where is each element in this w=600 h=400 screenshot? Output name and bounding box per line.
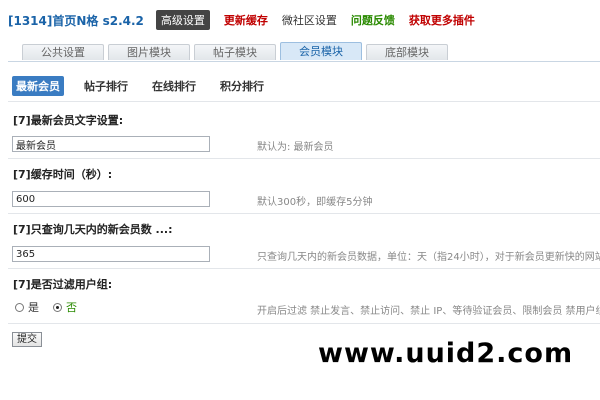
module-tabs: 公共设置 图片模块 帖子模块 会员模块 底部模块 (22, 42, 452, 60)
cache-time-hint: 默认300秒，即缓存5分钟 (257, 197, 373, 208)
radio-no[interactable] (53, 302, 62, 312)
subtab-post-ranking[interactable]: 帖子排行 (80, 76, 132, 96)
update-cache-link[interactable]: 更新缓存 (224, 10, 268, 30)
tab-bottom-module[interactable]: 底部模块 (366, 44, 448, 60)
divider (8, 158, 600, 159)
plugin-title: [1314]首页N格 s2.4.2 (8, 13, 144, 28)
tab-divider (8, 61, 600, 62)
divider (8, 268, 600, 269)
submit-button[interactable]: 提交 (12, 332, 42, 347)
radio-yes[interactable] (15, 302, 24, 312)
more-plugins-link[interactable]: 获取更多插件 (409, 10, 475, 30)
micro-community-link[interactable]: 微社区设置 (282, 10, 337, 30)
new-member-text-hint: 默认为: 最新会员 (257, 142, 334, 153)
new-member-text-label: [7]最新会员文字设置: (13, 114, 124, 127)
filter-groups-options: 是 否 (15, 299, 91, 315)
query-days-hint: 只查询几天内的新会员数据，单位：天（指24小时），对于新会员更新快的网站一般 (257, 252, 600, 263)
radio-yes-label[interactable]: 是 (28, 299, 39, 315)
watermark: www.uuid2.com (318, 338, 574, 369)
cache-time-input[interactable] (12, 191, 210, 207)
feedback-link[interactable]: 问题反馈 (351, 10, 395, 30)
subtab-points-ranking[interactable]: 积分排行 (216, 76, 268, 96)
divider (8, 323, 600, 324)
advanced-settings-link[interactable]: 高级设置 (155, 10, 210, 30)
sub-tabs: 最新会员 帖子排行 在线排行 积分排行 (12, 76, 284, 96)
radio-no-label[interactable]: 否 (66, 299, 77, 315)
filter-groups-hint: 开启后过滤 禁止发言、禁止访问、禁止 IP、等待验证会员、限制会员 禁用户组，无 (257, 306, 600, 317)
top-header: [1314]首页N格 s2.4.2 高级设置 更新缓存 微社区设置 问题反馈 获… (8, 10, 489, 30)
query-days-input[interactable] (12, 246, 210, 262)
query-days-label: [7]只查询几天内的新会员数 ...: (13, 223, 173, 236)
subtab-online-ranking[interactable]: 在线排行 (148, 76, 200, 96)
new-member-text-input[interactable] (12, 136, 210, 152)
subtab-new-members[interactable]: 最新会员 (12, 76, 64, 96)
tab-image-module[interactable]: 图片模块 (108, 44, 190, 60)
filter-groups-label: [7]是否过滤用户组: (13, 278, 113, 291)
divider (8, 101, 600, 102)
tab-public-settings[interactable]: 公共设置 (22, 44, 104, 60)
cache-time-label: [7]缓存时间（秒）: (13, 168, 113, 181)
divider (8, 213, 600, 214)
tab-member-module[interactable]: 会员模块 (280, 42, 362, 60)
tab-post-module[interactable]: 帖子模块 (194, 44, 276, 60)
